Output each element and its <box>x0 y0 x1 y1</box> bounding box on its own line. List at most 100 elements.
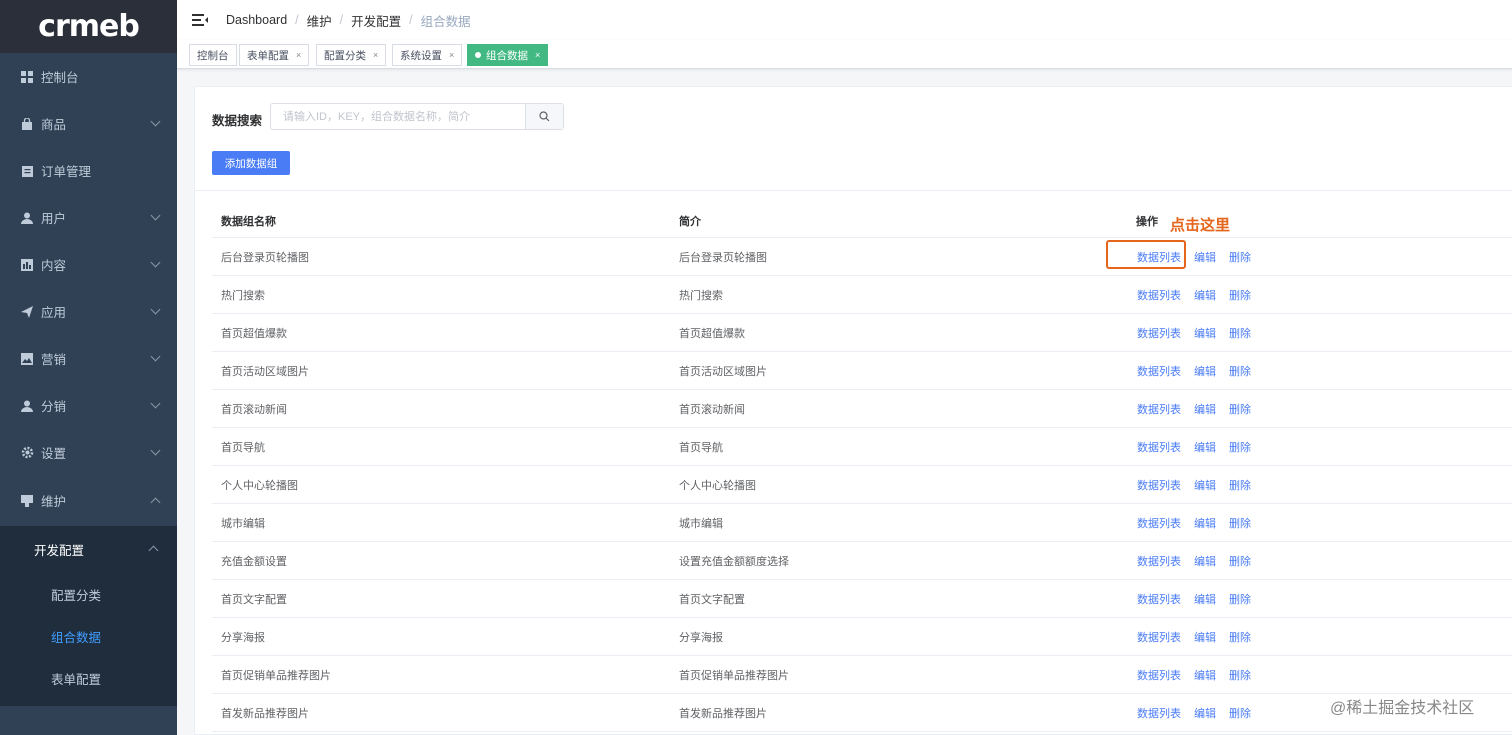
data-list-link[interactable]: 数据列表 <box>1137 401 1181 417</box>
breadcrumb-dev-config[interactable]: 开发配置 <box>351 11 401 30</box>
delete-link[interactable]: 删除 <box>1229 325 1251 341</box>
sidebar-item-label: 分销 <box>41 400 67 414</box>
data-list-link[interactable]: 数据列表 <box>1137 629 1181 645</box>
table-row: 首页滚动新闻 首页滚动新闻 数据列表 编辑 删除 <box>212 390 1512 428</box>
breadcrumb-maintenance[interactable]: 维护 <box>307 11 332 30</box>
sidebar-item-maintenance[interactable]: 维护 <box>0 477 177 524</box>
data-list-link[interactable]: 数据列表 <box>1137 439 1181 455</box>
tag-form-config[interactable]: 表单配置 × <box>239 44 310 66</box>
edit-link[interactable]: 编辑 <box>1194 439 1216 455</box>
tag-dashboard[interactable]: 控制台 <box>189 44 237 66</box>
delete-link[interactable]: 删除 <box>1229 287 1251 303</box>
edit-link[interactable]: 编辑 <box>1194 363 1216 379</box>
delete-link[interactable]: 删除 <box>1229 401 1251 417</box>
delete-link[interactable]: 删除 <box>1229 515 1251 531</box>
close-icon[interactable]: × <box>449 50 454 60</box>
edit-link[interactable]: 编辑 <box>1194 667 1216 683</box>
cell-actions: 数据列表 编辑 删除 <box>1136 705 1251 721</box>
table-row: 首发新品推荐图片 首发新品推荐图片 数据列表 编辑 删除 <box>212 694 1512 732</box>
submenu-item-form-config[interactable]: 表单配置 <box>0 657 177 699</box>
search-icon <box>539 111 550 122</box>
data-list-link[interactable]: 数据列表 <box>1137 325 1181 341</box>
tag-system-settings[interactable]: 系统设置 × <box>392 44 463 66</box>
cell-actions: 数据列表 编辑 删除 <box>1136 363 1251 379</box>
chevron-down-icon <box>150 445 161 456</box>
data-list-link[interactable]: 数据列表 <box>1137 667 1181 683</box>
edit-link[interactable]: 编辑 <box>1194 249 1216 265</box>
cell-intro: 首页促销单品推荐图片 <box>679 669 789 682</box>
data-list-link[interactable]: 数据列表 <box>1137 515 1181 531</box>
cell-intro: 首页活动区域图片 <box>679 365 767 378</box>
data-list-link[interactable]: 数据列表 <box>1137 553 1181 569</box>
data-list-link[interactable]: 数据列表 <box>1137 363 1181 379</box>
cell-intro: 城市编辑 <box>679 517 723 530</box>
sidebar-item-dashboard[interactable]: 控制台 <box>0 53 177 100</box>
delete-link[interactable]: 删除 <box>1229 477 1251 493</box>
close-icon[interactable]: × <box>535 50 540 60</box>
cell-name: 分享海报 <box>221 631 265 644</box>
header-actions: 操作 <box>1136 215 1158 228</box>
sidebar-item-settings[interactable]: 设置 <box>0 429 177 476</box>
cell-actions: 数据列表 编辑 删除 <box>1136 667 1251 683</box>
submenu-dev-config[interactable]: 开发配置 <box>0 528 177 570</box>
delete-link[interactable]: 删除 <box>1229 439 1251 455</box>
data-list-link[interactable]: 数据列表 <box>1137 287 1181 303</box>
edit-link[interactable]: 编辑 <box>1194 629 1216 645</box>
tag-label: 组合数据 <box>486 49 528 62</box>
table-row: 热门搜索 热门搜索 数据列表 编辑 删除 <box>212 276 1512 314</box>
cell-intro: 首页导航 <box>679 441 723 454</box>
data-table: 数据组名称 简介 操作 后台登录页轮播图 后台登录页轮播图 数据列表 编辑 删除 热门搜索… <box>212 204 1512 732</box>
sidebar-item-orders[interactable]: 订单管理 <box>0 147 177 194</box>
cell-name: 首页导航 <box>221 441 265 454</box>
edit-link[interactable]: 编辑 <box>1194 705 1216 721</box>
sidebar-item-apps[interactable]: 应用 <box>0 288 177 335</box>
data-list-link[interactable]: 数据列表 <box>1137 477 1181 493</box>
logo-text: crmeb <box>38 9 140 44</box>
edit-link[interactable]: 编辑 <box>1194 401 1216 417</box>
delete-link[interactable]: 删除 <box>1229 249 1251 265</box>
cell-intro: 热门搜索 <box>679 289 723 302</box>
search-button[interactable] <box>525 104 563 129</box>
breadcrumb-current: 组合数据 <box>420 14 471 29</box>
table-row: 首页促销单品推荐图片 首页促销单品推荐图片 数据列表 编辑 删除 <box>212 656 1512 694</box>
close-icon[interactable]: × <box>296 50 301 60</box>
search-input[interactable] <box>271 104 525 129</box>
edit-link[interactable]: 编辑 <box>1194 477 1216 493</box>
edit-link[interactable]: 编辑 <box>1194 515 1216 531</box>
cell-name: 首页超值爆款 <box>221 327 287 340</box>
submenu-item-group-data[interactable]: 组合数据 <box>0 615 177 657</box>
data-list-link[interactable]: 数据列表 <box>1137 591 1181 607</box>
delete-link[interactable]: 删除 <box>1229 705 1251 721</box>
submenu-item-config-category[interactable]: 配置分类 <box>0 573 177 615</box>
cell-name: 首发新品推荐图片 <box>221 707 309 720</box>
delete-link[interactable]: 删除 <box>1229 667 1251 683</box>
edit-link[interactable]: 编辑 <box>1194 325 1216 341</box>
tag-config-category[interactable]: 配置分类 × <box>316 44 387 66</box>
tag-icon <box>20 494 34 508</box>
delete-link[interactable]: 删除 <box>1229 363 1251 379</box>
edit-link[interactable]: 编辑 <box>1194 591 1216 607</box>
logo[interactable]: crmeb <box>0 0 177 53</box>
tag-group-data[interactable]: 组合数据 × <box>467 44 549 66</box>
sidebar-item-users[interactable]: 用户 <box>0 194 177 241</box>
data-list-link[interactable]: 数据列表 <box>1137 705 1181 721</box>
edit-link[interactable]: 编辑 <box>1194 553 1216 569</box>
delete-link[interactable]: 删除 <box>1229 591 1251 607</box>
add-data-group-button[interactable]: 添加数据组 <box>212 151 290 175</box>
tag-label: 控制台 <box>197 49 229 62</box>
sidebar-item-content[interactable]: 内容 <box>0 241 177 288</box>
cell-actions: 数据列表 编辑 删除 <box>1136 553 1251 569</box>
sidebar-item-distribution[interactable]: 分销 <box>0 382 177 429</box>
edit-link[interactable]: 编辑 <box>1194 287 1216 303</box>
cell-intro: 首页文字配置 <box>679 593 745 606</box>
sidebar-item-marketing[interactable]: 营销 <box>0 335 177 382</box>
sidebar-item-goods[interactable]: 商品 <box>0 100 177 147</box>
sidebar: crmeb 控制台 商品 订单管理 用户 内容 应用 营销 分销 设置 维护 开… <box>0 0 177 735</box>
breadcrumb-dashboard[interactable]: Dashboard <box>226 13 287 27</box>
delete-link[interactable]: 删除 <box>1229 553 1251 569</box>
data-list-link[interactable]: 数据列表 <box>1137 249 1181 265</box>
delete-link[interactable]: 删除 <box>1229 629 1251 645</box>
hamburger-icon[interactable] <box>192 14 208 26</box>
submenu-item-label: 表单配置 <box>51 672 102 687</box>
close-icon[interactable]: × <box>373 50 378 60</box>
